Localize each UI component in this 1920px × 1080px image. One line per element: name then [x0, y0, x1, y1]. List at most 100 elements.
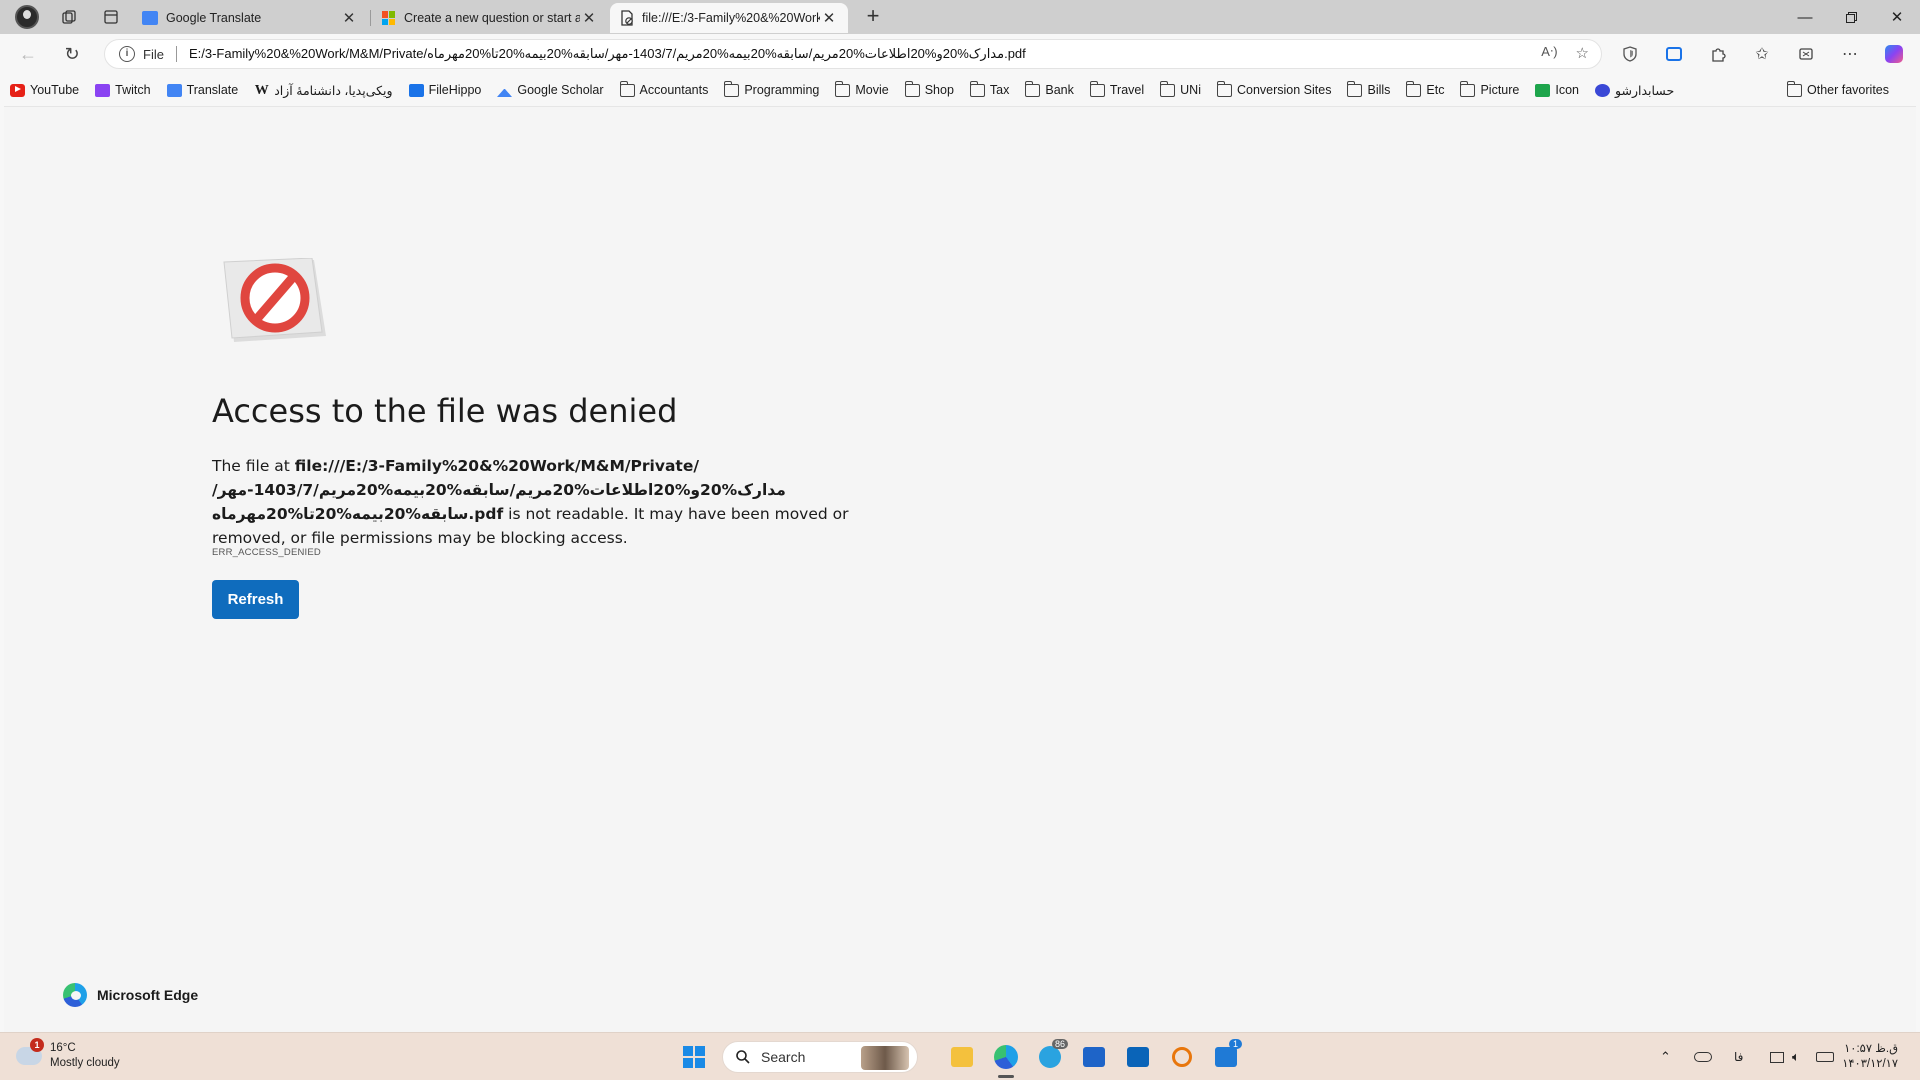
vertical-tabs-button[interactable]	[94, 2, 128, 32]
restore-button[interactable]	[1828, 0, 1874, 34]
minimize-button[interactable]: —	[1782, 0, 1828, 34]
tab-create-question[interactable]: Create a new question or start a d ✕	[372, 3, 608, 33]
volume-button[interactable]: 🔈︎	[1792, 1033, 1800, 1080]
start-button[interactable]	[678, 1041, 710, 1073]
tab-file-active[interactable]: file:///E:/3-Family%20&%20Work/ ✕	[610, 3, 848, 33]
folder-icon	[951, 1047, 973, 1067]
more-dots-icon: ⋯	[1842, 46, 1858, 63]
bookmark-folder-bank[interactable]: Bank	[1025, 80, 1074, 97]
bookmark-filehippo[interactable]: FileHippo	[408, 83, 481, 97]
youtube-icon	[10, 83, 25, 97]
file-explorer-button[interactable]	[946, 1041, 978, 1073]
microsoft-favicon	[382, 11, 396, 25]
store-icon	[1083, 1047, 1105, 1067]
reload-button[interactable]: ↻	[56, 40, 88, 68]
close-icon[interactable]: ✕	[580, 9, 598, 27]
bookmark-folder-picture[interactable]: Picture	[1460, 80, 1519, 97]
network-button[interactable]	[1770, 1033, 1784, 1080]
read-aloud-icon[interactable]: Aᐧ)	[1541, 44, 1557, 62]
bookmark-wikipedia[interactable]: W ویکی‌پدیا، دانشنامهٔ آزاد	[254, 82, 393, 98]
bookmark-folder-movie[interactable]: Movie	[835, 80, 889, 97]
address-bar[interactable]: i File E:/3-Family%20&%20Work/M&M/Privat…	[104, 39, 1602, 69]
close-icon[interactable]: ✕	[820, 9, 838, 27]
folder-icon	[1025, 80, 1041, 97]
vertical-tabs-icon	[104, 10, 118, 24]
speaker-icon: 🔈︎	[1792, 1049, 1800, 1064]
star-icon[interactable]: ☆	[1576, 44, 1589, 62]
workspaces-icon	[62, 10, 76, 24]
bookmark-folder-bills[interactable]: Bills	[1347, 80, 1390, 97]
weather-widget[interactable]: 1 16°C Mostly cloudy	[16, 1038, 120, 1071]
error-description: The file at file:///E:/3-Family%20&%20Wo…	[212, 454, 912, 550]
onedrive-icon	[1694, 1052, 1712, 1062]
info-icon[interactable]: i	[119, 46, 135, 62]
extensions-button[interactable]	[1702, 40, 1734, 68]
battery-button[interactable]	[1816, 1033, 1834, 1080]
todo-button[interactable]: 1	[1210, 1039, 1242, 1073]
folder-icon	[1160, 80, 1176, 97]
file-scheme-label: File	[143, 46, 164, 62]
refresh-button[interactable]: Refresh	[212, 580, 299, 619]
new-tab-button[interactable]: +	[858, 3, 888, 31]
bookmark-folder-accountants[interactable]: Accountants	[619, 80, 708, 97]
bookmark-folder-conversion-sites[interactable]: Conversion Sites	[1216, 80, 1331, 97]
brand-label: Microsoft Edge	[97, 987, 199, 1003]
browser-essentials-button[interactable]	[1614, 40, 1646, 68]
bookmark-twitch[interactable]: Twitch	[95, 83, 151, 97]
bookmark-folder-uni[interactable]: UNi	[1160, 80, 1201, 97]
temperature: 16°C	[50, 1042, 76, 1054]
edge-icon	[994, 1045, 1018, 1069]
scholar-icon	[497, 84, 513, 97]
folder-icon	[724, 80, 740, 97]
bookmark-google-scholar[interactable]: Google Scholar	[497, 83, 604, 97]
back-button[interactable]: ←	[12, 40, 44, 68]
language-indicator[interactable]: فا	[1734, 1033, 1743, 1080]
screenshot-button[interactable]	[1790, 40, 1822, 68]
show-hidden-icons-button[interactable]: ⌃	[1660, 1033, 1671, 1080]
minimize-icon: —	[1797, 8, 1813, 26]
folder-icon	[1787, 80, 1803, 97]
outlook-button[interactable]	[1122, 1041, 1154, 1073]
edge-logo-icon	[63, 983, 87, 1007]
access-denied-icon	[223, 258, 326, 342]
folder-icon	[1460, 80, 1476, 97]
active-app-indicator	[998, 1075, 1014, 1078]
tab-google-translate[interactable]: Google Translate ✕	[132, 3, 368, 33]
copilot-button[interactable]	[1878, 40, 1910, 68]
close-window-button[interactable]: ✕	[1874, 0, 1920, 34]
system-clock[interactable]: ۱۰:۵۷ ق.ظ ۱۴۰۳/۱۲/۱۷	[1842, 1042, 1898, 1072]
url-text[interactable]: E:/3-Family%20&%20Work/M&M/Private/مدارک…	[189, 46, 1026, 62]
bookmark-folder-shop[interactable]: Shop	[904, 80, 954, 97]
folder-icon	[1406, 80, 1422, 97]
close-icon[interactable]: ✕	[340, 9, 358, 27]
favorites-button[interactable]: ✩	[1746, 40, 1778, 68]
taskbar-search[interactable]: Search	[722, 1041, 918, 1073]
bookmark-folder-etc[interactable]: Etc	[1406, 80, 1444, 97]
folder-icon	[969, 80, 985, 97]
edge-taskbar-button[interactable]	[990, 1041, 1022, 1073]
outlook-icon	[1127, 1047, 1149, 1067]
bookmark-folder-programming[interactable]: Programming	[724, 80, 819, 97]
other-favorites[interactable]: Other favorites	[1787, 78, 1889, 102]
bookmark-hesabdarsho[interactable]: حسابدارشو	[1595, 83, 1674, 98]
telegram-button[interactable]: 86	[1034, 1039, 1068, 1073]
bookmark-translate[interactable]: Translate	[166, 83, 238, 97]
address-bar-actions: Aᐧ) ☆	[1541, 44, 1589, 62]
workspaces-button[interactable]	[52, 2, 86, 32]
store-button[interactable]	[1078, 1041, 1110, 1073]
search-label: Search	[761, 1049, 806, 1065]
collections-app-button[interactable]	[1658, 40, 1690, 68]
avatar	[15, 5, 39, 29]
bookmark-folder-travel[interactable]: Travel	[1089, 80, 1144, 97]
magnifier-app-button[interactable]	[1166, 1041, 1198, 1073]
settings-more-button[interactable]: ⋯	[1834, 40, 1866, 68]
bookmark-folder-tax[interactable]: Tax	[969, 80, 1009, 97]
monitor-icon	[1770, 1051, 1784, 1063]
bookmark-youtube[interactable]: YouTube	[10, 83, 79, 97]
profile-avatar[interactable]	[10, 2, 44, 32]
bookmark-icon[interactable]: Icon	[1535, 83, 1579, 97]
onedrive-button[interactable]	[1694, 1033, 1712, 1080]
wikipedia-icon: W	[254, 82, 269, 98]
error-desc-prefix: The file at	[212, 457, 295, 475]
divider	[175, 46, 177, 62]
